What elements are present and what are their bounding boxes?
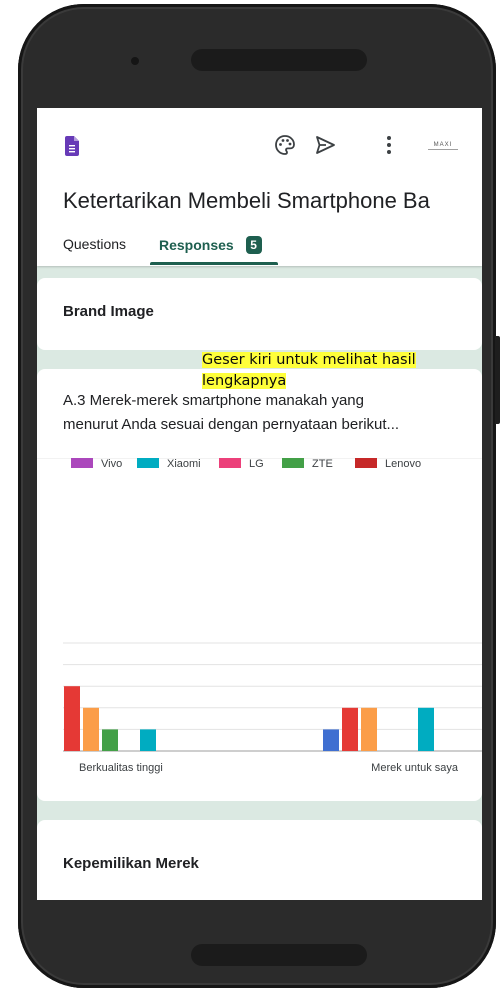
- x-tick-label: Berkualitas tinggi: [79, 762, 163, 774]
- tab-questions-label: Questions: [63, 236, 127, 252]
- avatar-logo[interactable]: MAXI: [424, 138, 462, 152]
- bar-series-6-0: [83, 707, 99, 751]
- tab-responses[interactable]: Responses 5: [159, 236, 262, 254]
- question-text: A.3 Merek-merek smartphone manakah yang …: [63, 392, 400, 433]
- active-tab-indicator: [150, 262, 278, 265]
- swipe-hint-text: Geser kiri untuk melihat hasil lengkapny…: [202, 352, 416, 389]
- legend-label-zte: ZTE: [312, 458, 333, 470]
- legend-swatch-lg: [219, 458, 241, 468]
- responses-count-badge: 5: [245, 236, 262, 254]
- section-title-brand-image: Brand Image: [63, 303, 154, 320]
- forms-icon[interactable]: [65, 136, 79, 156]
- form-title: Ketertarikan Membeli Smartphone Ba: [63, 188, 430, 213]
- section-card-kepemilikan-merek: Kepemilikan Merek: [37, 820, 482, 900]
- svg-text:MAXI: MAXI: [434, 142, 453, 148]
- section-title-kepemilikan-merek: Kepemilikan Merek: [63, 855, 199, 872]
- more-vert-icon[interactable]: [385, 134, 393, 156]
- bar-series-7-1: [323, 729, 339, 751]
- swipe-hint-overlay: Geser kiri untuk melihat hasil lengkapny…: [202, 350, 448, 392]
- earpiece-speaker: [191, 49, 367, 71]
- legend-swatch-vivo: [71, 458, 93, 468]
- phone-screen: MAXI Ketertarikan Membeli Smartphone Ba …: [37, 108, 482, 900]
- front-camera: [131, 57, 139, 65]
- legend-swatch-lenovo: [355, 458, 377, 468]
- bar-xiaomi-1: [418, 707, 434, 751]
- legend-swatch-xiaomi: [137, 458, 159, 468]
- power-button[interactable]: [495, 336, 500, 424]
- bar-series-6-1: [361, 707, 377, 751]
- bottom-speaker: [191, 944, 367, 966]
- send-icon[interactable]: [314, 134, 336, 156]
- app-bar: MAXI Ketertarikan Membeli Smartphone Ba …: [37, 108, 482, 266]
- x-tick-label: Merek untuk saya: [371, 762, 459, 774]
- legend-label-vivo: Vivo: [101, 458, 122, 470]
- legend-label-lg: LG: [249, 458, 264, 470]
- legend-label-lenovo: Lenovo: [385, 458, 421, 470]
- bar-series-5-1: [342, 707, 358, 751]
- bar-zte-0: [102, 729, 118, 751]
- tab-responses-label: Responses: [159, 237, 234, 253]
- responses-bar-chart[interactable]: Vivo Xiaomi LG ZTE Lenovo Berkualitas tinggi M…: [37, 458, 482, 788]
- legend-label-xiaomi: Xiaomi: [167, 458, 201, 470]
- tab-questions[interactable]: Questions: [63, 236, 126, 252]
- section-card-brand-image: Brand Image: [37, 278, 482, 350]
- bar-xiaomi-0: [140, 729, 156, 751]
- palette-icon[interactable]: [274, 134, 296, 156]
- bar-series-5-0: [64, 686, 80, 751]
- legend-swatch-zte: [282, 458, 304, 468]
